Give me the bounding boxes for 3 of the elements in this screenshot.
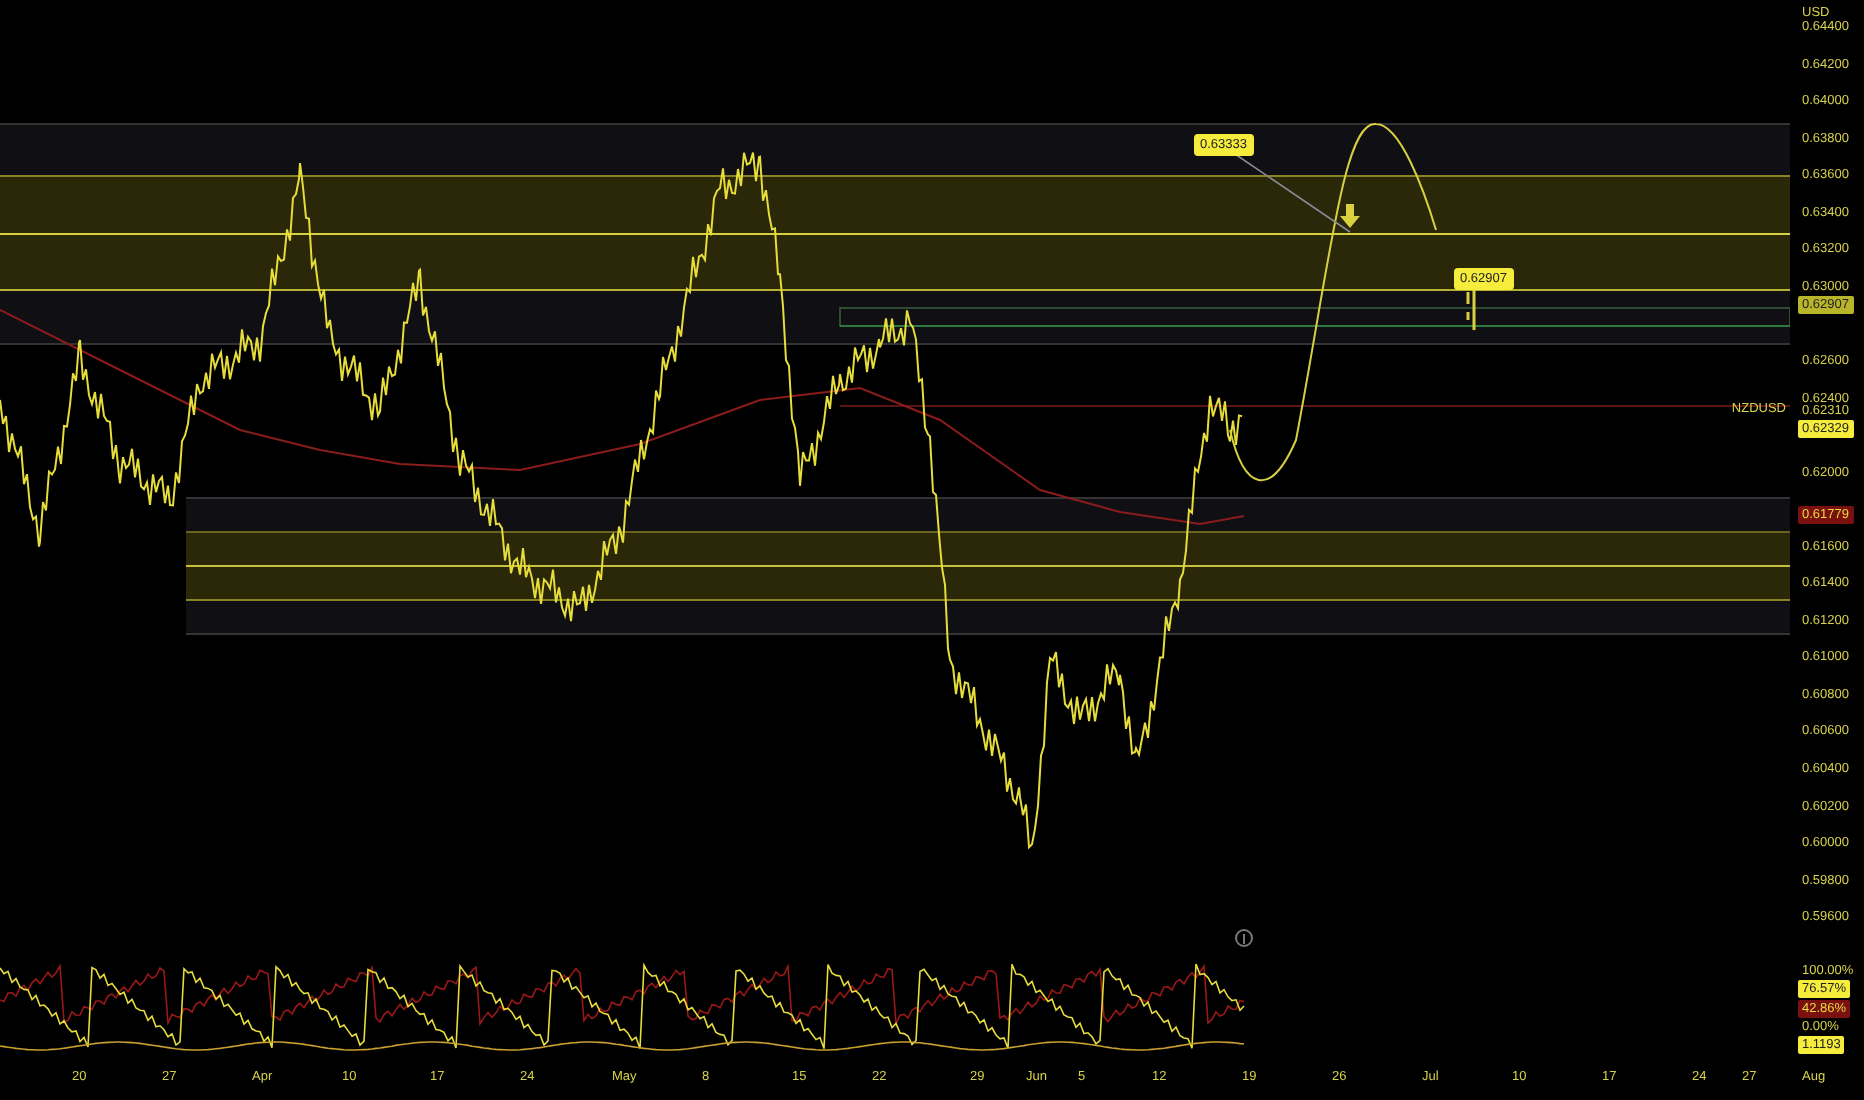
info-icon[interactable] <box>1235 929 1253 947</box>
leader-line <box>1231 151 1351 233</box>
down-arrow-icon <box>1340 204 1360 228</box>
